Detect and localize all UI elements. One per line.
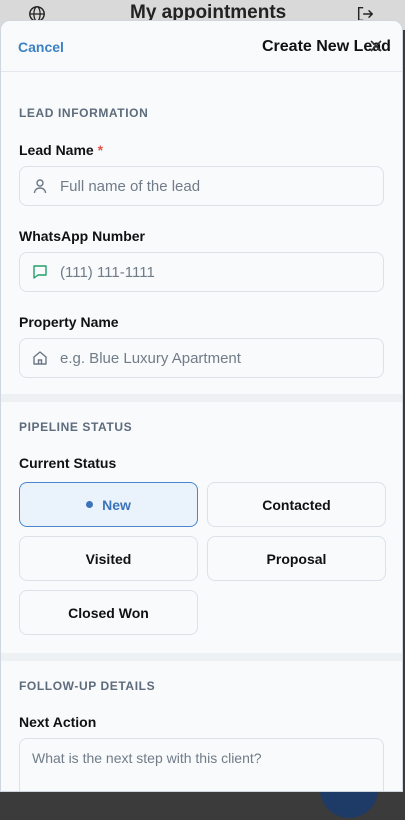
follow-up-section: FOLLOW-UP DETAILS Next Action What is th…: [1, 661, 402, 791]
next-action-textarea[interactable]: What is the next step with this client?: [19, 738, 384, 791]
lead-information-section: LEAD INFORMATION Lead Name * WhatsApp Nu…: [1, 72, 402, 394]
sheet-header: Cancel Create New Lead: [1, 21, 402, 72]
status-option-visited[interactable]: Visited: [19, 536, 198, 581]
section-label-follow-up: FOLLOW-UP DETAILS: [19, 679, 156, 693]
selected-dot: [86, 501, 94, 508]
lead-name-input[interactable]: [60, 167, 360, 205]
property-name-field[interactable]: [19, 338, 384, 378]
next-action-label: Next Action: [19, 714, 97, 730]
lead-name-label: Lead Name *: [19, 142, 384, 158]
status-options: New Contacted Visited Proposal Closed Wo…: [19, 482, 386, 653]
property-name-input[interactable]: [60, 339, 360, 377]
pipeline-status-section: PIPELINE STATUS Current Status New Conta…: [1, 402, 402, 653]
property-name-label: Property Name: [19, 314, 119, 330]
status-option-label: New: [102, 496, 131, 513]
section-divider: [1, 394, 402, 402]
cancel-button[interactable]: Cancel: [18, 39, 64, 55]
user-icon: [33, 179, 47, 194]
message-icon: [33, 265, 47, 279]
status-option-new[interactable]: New: [19, 482, 198, 527]
whatsapp-input[interactable]: [60, 253, 360, 291]
create-lead-sheet: Cancel Create New Lead LEAD INFORMATION …: [0, 20, 403, 792]
home-icon: [33, 351, 47, 365]
whatsapp-label: WhatsApp Number: [19, 228, 145, 244]
lead-name-label-text: Lead Name: [19, 142, 94, 158]
status-option-contacted[interactable]: Contacted: [207, 482, 386, 527]
section-label-lead-information: LEAD INFORMATION: [19, 106, 149, 120]
required-mark: *: [97, 142, 104, 158]
current-status-label: Current Status: [19, 455, 117, 471]
status-option-closed-won[interactable]: Closed Won: [19, 590, 198, 635]
section-label-pipeline-status: PIPELINE STATUS: [19, 420, 133, 434]
lead-name-field[interactable]: [19, 166, 384, 206]
close-icon[interactable]: [370, 40, 382, 52]
whatsapp-field[interactable]: [19, 252, 384, 292]
status-option-proposal[interactable]: Proposal: [207, 536, 386, 581]
section-divider: [1, 653, 402, 661]
